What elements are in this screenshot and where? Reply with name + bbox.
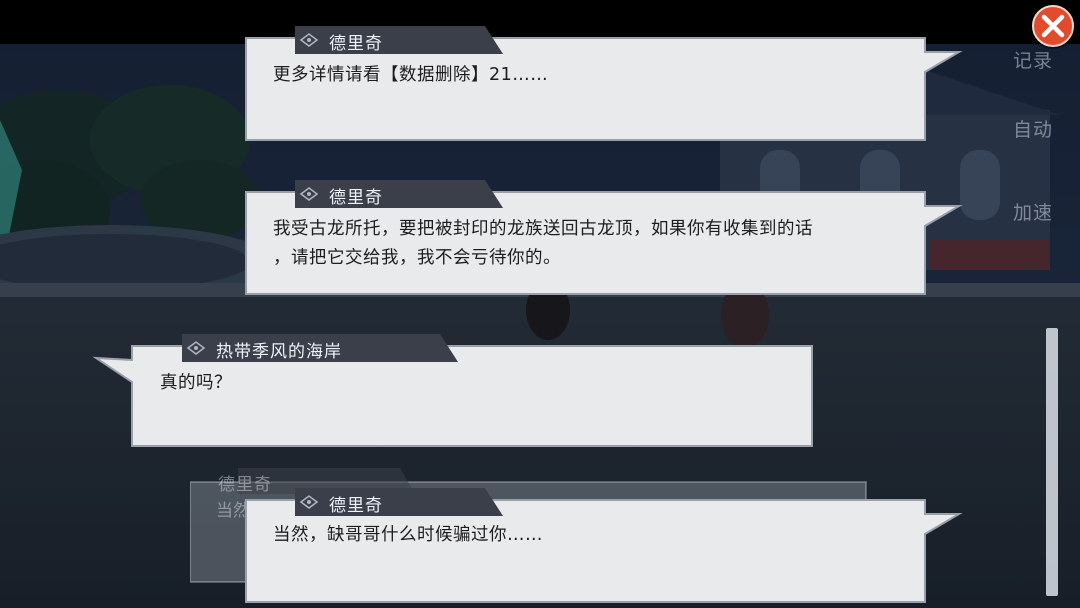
close-icon: [1041, 14, 1065, 38]
dialogue-bubble: 德里奇 更多详情请看【数据删除】21……: [243, 22, 973, 144]
dialogue-text: 真的吗？: [160, 369, 232, 398]
dialogue-text: 我受古龙所托，要把被封印的龙族送回古龙顶，如果你有收集到的话 ，请把它交给我，我…: [273, 215, 813, 273]
dialogue-line: 真的吗？: [160, 373, 232, 393]
dialogue-text: 当然，缺哥哥什么时候骗过你……: [273, 521, 543, 550]
dialogue-text: 更多详情请看【数据删除】21……: [273, 61, 548, 90]
speaker-name: 德里奇: [329, 496, 383, 516]
dialogue-line: 当然，缺哥哥什么时候骗过你……: [273, 525, 543, 545]
log-label: 记录: [1012, 50, 1053, 72]
player-dialogue-bubble: 热带季风的海岸 真的吗？: [92, 330, 816, 450]
dialogue-line: ，请把它交给我，我不会亏待你的。: [273, 248, 561, 268]
log-scrollbar[interactable]: [1046, 328, 1058, 596]
speaker-nametag: 德里奇: [295, 180, 505, 208]
dialogue-bubble: 德里奇 当然，缺哥哥什么时候骗过你……: [243, 484, 973, 606]
auto-label: 自动: [1012, 119, 1053, 141]
close-button[interactable]: [1032, 5, 1074, 47]
auto-button[interactable]: 自动: [1003, 115, 1063, 142]
speaker-nametag: 德里奇: [295, 26, 505, 54]
speed-button[interactable]: 加速: [1003, 198, 1063, 225]
speaker-nametag: 德里奇: [295, 488, 505, 516]
dialogue-line: 我受古龙所托，要把被封印的龙族送回古龙顶，如果你有收集到的话: [273, 219, 813, 239]
speaker-name: 德里奇: [329, 34, 383, 54]
dialogue-bubble: 德里奇 我受古龙所托，要把被封印的龙族送回古龙顶，如果你有收集到的话 ，请把它交…: [243, 176, 973, 298]
speed-label: 加速: [1012, 202, 1053, 224]
dialogue-line: 更多详情请看【数据删除】21……: [273, 65, 549, 85]
speaker-name: 德里奇: [329, 188, 383, 208]
log-button[interactable]: 记录: [1003, 46, 1063, 73]
speaker-name: 热带季风的海岸: [216, 342, 342, 362]
speaker-nametag: 热带季风的海岸: [182, 334, 462, 362]
